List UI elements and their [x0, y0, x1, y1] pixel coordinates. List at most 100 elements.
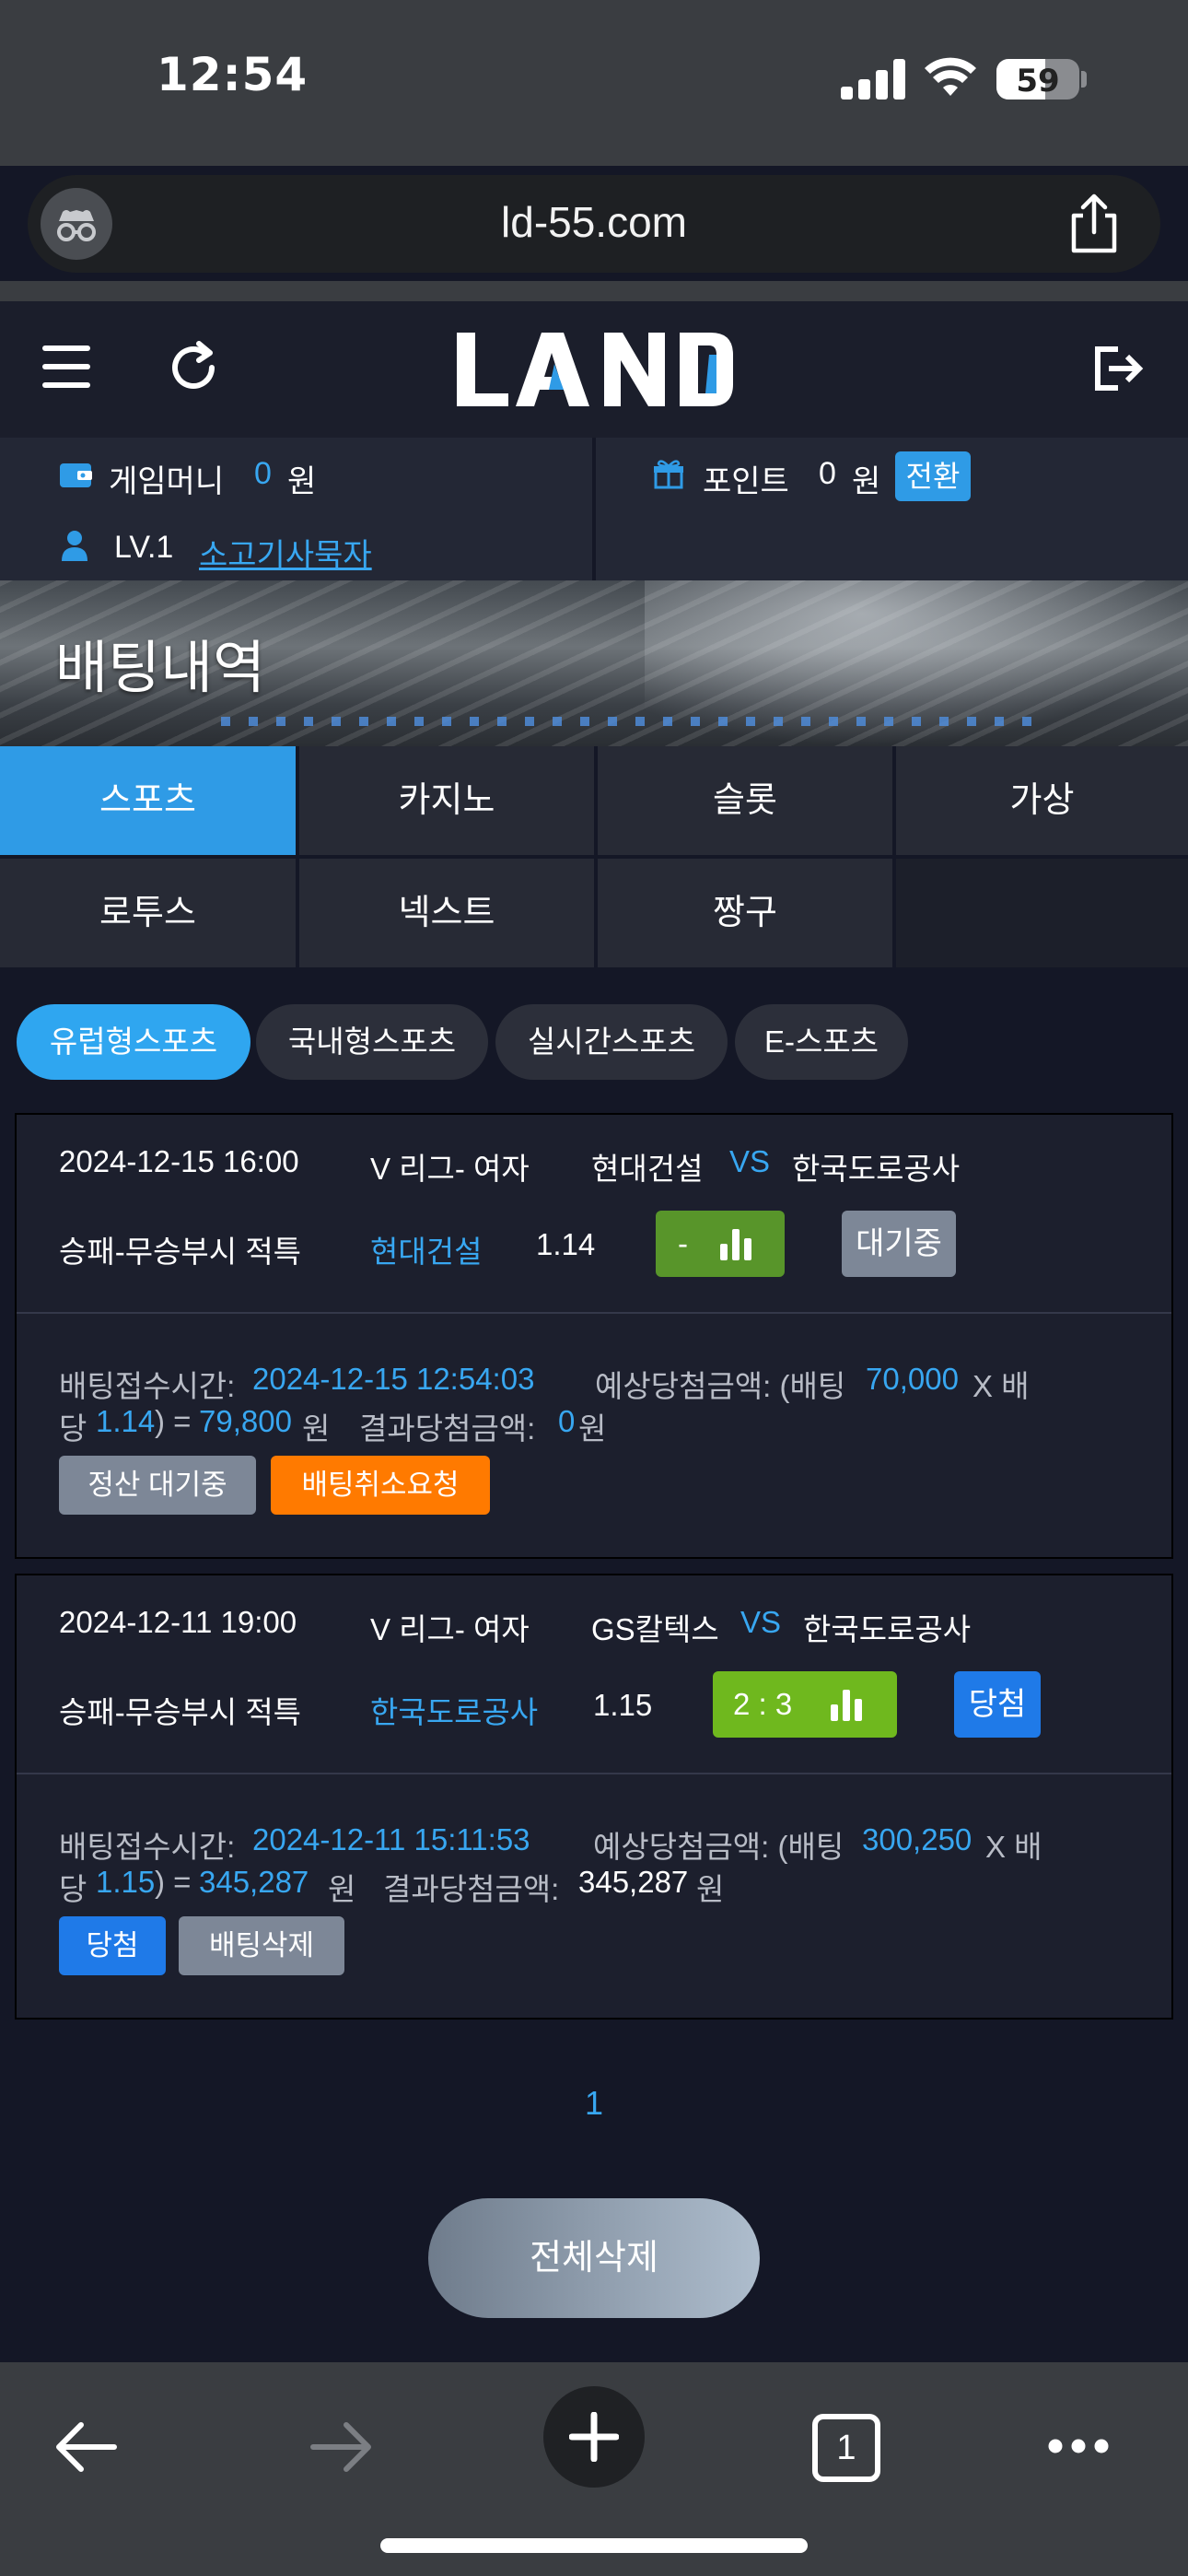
logout-icon[interactable]	[1090, 342, 1144, 395]
home-team: 현대건설	[591, 1152, 704, 1186]
plus-icon	[569, 2412, 619, 2462]
league-name: V 리그- 여자	[370, 1612, 530, 1646]
bet-odds: 1.15	[593, 1688, 653, 1722]
bet-card: 2024-12-15 16:00 V 리그- 여자 현대건설 VS 한국도로공사…	[15, 1113, 1173, 1559]
user-row: LV.1 소고기사묵자	[0, 511, 592, 585]
cancel-bet-button[interactable]: 배팅취소요청	[271, 1456, 490, 1515]
game-money-label: 게임머니	[109, 464, 225, 499]
result-unit: 원	[696, 1872, 725, 1906]
equals-sign: ) =	[155, 1404, 192, 1438]
points-unit: 원	[852, 464, 881, 499]
site-logo[interactable]	[451, 327, 739, 412]
match-datetime: 2024-12-11 19:00	[59, 1605, 297, 1639]
receipt-label: 배팅접수시간:	[59, 1830, 236, 1864]
game-money-row: 게임머니 0 원	[0, 438, 592, 511]
market-name: 승패-무승부시 적특	[59, 1235, 302, 1269]
tab-slot[interactable]: 슬롯	[598, 746, 892, 855]
away-team: 한국도로공사	[792, 1152, 961, 1186]
wallet-icon	[60, 463, 92, 487]
username-link[interactable]: 소고기사묵자	[199, 530, 372, 575]
game-money-unit: 원	[287, 464, 317, 499]
more-options-icon[interactable]	[1046, 2436, 1111, 2456]
receipt-time: 2024-12-11 15:11:53	[252, 1822, 530, 1856]
points-label: 포인트	[703, 464, 789, 499]
expected-label: 예상당첨금액: (배팅	[595, 1369, 846, 1403]
url-text[interactable]: ld-55.com	[28, 197, 1160, 247]
battery-percent: 59	[1016, 63, 1060, 100]
odds-value: 1.15	[96, 1865, 156, 1899]
odds-value: 1.14	[96, 1404, 156, 1438]
subtab-esports[interactable]: E-스포츠	[735, 1004, 908, 1080]
home-indicator	[380, 2538, 808, 2553]
hamburger-menu-icon[interactable]	[42, 345, 94, 388]
bet-odds: 1.14	[536, 1227, 596, 1261]
delete-all-button[interactable]: 전체삭제	[428, 2198, 760, 2318]
result-label: 결과당첨금액:	[359, 1411, 536, 1446]
subtab-euro-sports[interactable]: 유럽형스포츠	[17, 1004, 250, 1080]
tab-casino[interactable]: 카지노	[299, 746, 594, 855]
forward-arrow-icon[interactable]	[308, 2419, 374, 2475]
settle-pending-button[interactable]: 정산 대기중	[59, 1456, 256, 1515]
equals-sign: ) =	[155, 1865, 192, 1899]
market-name: 승패-무승부시 적특	[59, 1695, 302, 1729]
subtab-domestic-sports[interactable]: 국내형스포츠	[256, 1004, 488, 1080]
page-banner: 배팅내역	[0, 580, 1188, 746]
points-row: 포인트 0 원	[596, 438, 1188, 511]
tab-empty	[896, 859, 1188, 967]
address-bar[interactable]: ld-55.com	[28, 175, 1160, 273]
status-badge: 대기중	[842, 1211, 956, 1277]
user-row-empty	[596, 511, 1188, 585]
site-header	[0, 301, 1188, 438]
receipt-label: 배팅접수시간:	[59, 1369, 236, 1403]
receipt-time: 2024-12-15 12:54:03	[252, 1362, 535, 1396]
win-button[interactable]: 당첨	[59, 1916, 166, 1975]
user-level: LV.1	[114, 530, 174, 565]
tab-lotus[interactable]: 로투스	[0, 859, 296, 967]
bet-card: 2024-12-11 19:00 V 리그- 여자 GS칼텍스 VS 한국도로공…	[15, 1574, 1173, 2020]
score-value: 2 : 3	[733, 1687, 793, 1721]
category-tabs: 스포츠 카지노 슬롯 가상 로투스 넥스트 짱구	[0, 746, 1188, 971]
tab-virtual[interactable]: 가상	[896, 746, 1188, 855]
points-value: 0	[819, 456, 836, 491]
user-icon	[62, 531, 87, 561]
times-label: X 배	[985, 1830, 1042, 1864]
cellular-signal-icon	[841, 59, 907, 100]
odds-prefix: 당	[59, 1411, 87, 1446]
score-box[interactable]: -	[656, 1211, 785, 1277]
wifi-icon	[925, 57, 976, 96]
subtab-live-sports[interactable]: 실시간스포츠	[495, 1004, 728, 1080]
expected-value: 345,287	[199, 1865, 309, 1899]
match-datetime: 2024-12-15 16:00	[59, 1144, 299, 1178]
pagination-current[interactable]: 1	[0, 2084, 1188, 2123]
page-title: 배팅내역	[55, 637, 266, 700]
tabs-count-button[interactable]: 1	[812, 2414, 880, 2482]
won-unit: 원	[328, 1872, 356, 1906]
delete-bet-button[interactable]: 배팅삭제	[179, 1916, 344, 1975]
vs-label: VS	[740, 1605, 782, 1639]
score-box[interactable]: 2 : 3	[713, 1671, 897, 1738]
share-icon[interactable]	[1066, 193, 1122, 254]
back-arrow-icon[interactable]	[53, 2419, 120, 2475]
result-label: 결과당첨금액:	[383, 1872, 560, 1906]
stake-value: 70,000	[866, 1362, 959, 1396]
expected-value: 79,800	[199, 1404, 292, 1438]
tab-next[interactable]: 넥스트	[299, 859, 594, 967]
stats-bar-icon	[720, 1227, 751, 1260]
expected-label: 예상당첨금액: (배팅	[593, 1830, 844, 1864]
tab-sports[interactable]: 스포츠	[0, 746, 296, 855]
gift-icon	[654, 460, 683, 489]
status-badge: 당첨	[954, 1671, 1041, 1738]
points-swap-button[interactable]: 전환	[895, 451, 971, 501]
status-bar: 12:54 59 ld-55.com	[0, 0, 1188, 273]
clock: 12:54	[157, 48, 309, 101]
league-name: V 리그- 여자	[370, 1152, 530, 1186]
refresh-icon[interactable]	[164, 338, 223, 397]
result-value: 0	[558, 1404, 576, 1438]
times-label: X 배	[973, 1369, 1030, 1403]
tab-jjanggu[interactable]: 짱구	[598, 859, 892, 967]
new-tab-button[interactable]	[543, 2386, 645, 2488]
result-unit: 원	[578, 1411, 607, 1446]
won-unit: 원	[302, 1411, 331, 1446]
stats-bar-icon	[831, 1688, 862, 1721]
odds-prefix: 당	[59, 1872, 87, 1906]
